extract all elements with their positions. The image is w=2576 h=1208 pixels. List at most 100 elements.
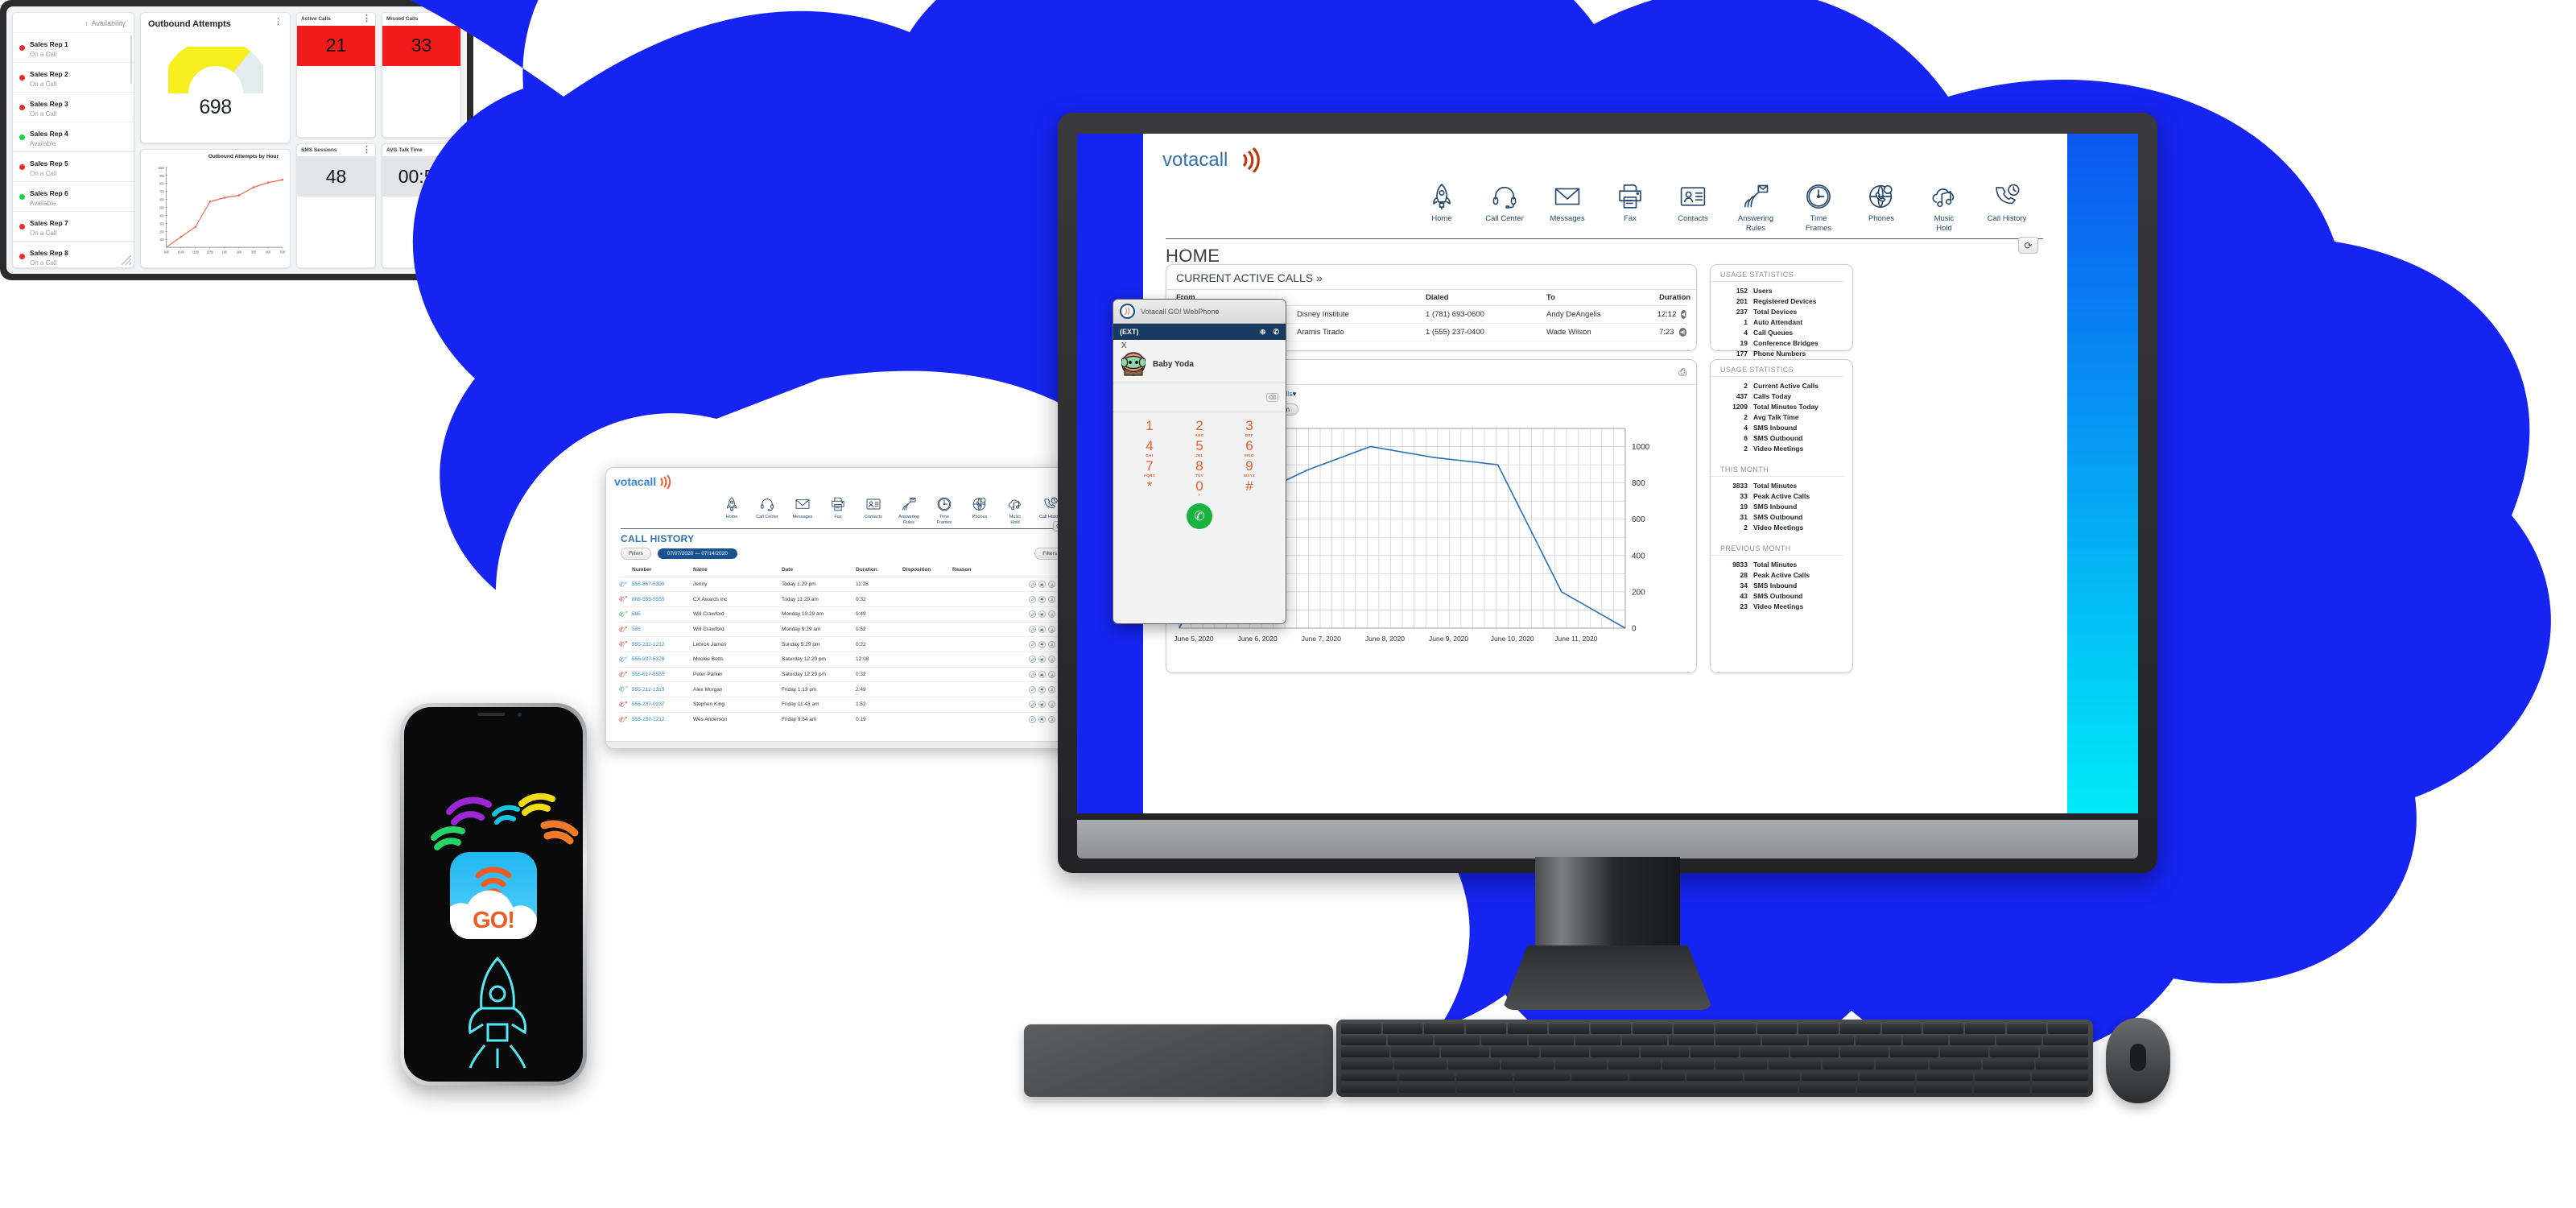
- keyboard-key[interactable]: [1554, 1059, 1608, 1069]
- keyboard-key[interactable]: [1441, 1047, 1489, 1057]
- trackpad[interactable]: [1024, 1024, 1333, 1097]
- keyboard-key[interactable]: [1591, 1047, 1639, 1057]
- edit-icon[interactable]: [1029, 685, 1036, 693]
- phone-number-link[interactable]: 585: [632, 611, 641, 617]
- nav-item-contacts[interactable]: Contacts: [1662, 180, 1724, 234]
- keyboard-key[interactable]: [1394, 1059, 1447, 1069]
- rep-list[interactable]: Sales Rep 1 On a Call Sales Rep 2 On a C…: [13, 32, 134, 267]
- edit-icon[interactable]: [1029, 581, 1036, 589]
- keyboard-key[interactable]: [1549, 1024, 1590, 1034]
- keyboard-key[interactable]: [1990, 1047, 2038, 1057]
- phone-number-link[interactable]: 555-937-5379: [632, 656, 664, 662]
- keyboard-key[interactable]: [1915, 1082, 1972, 1093]
- edit-icon[interactable]: [1029, 671, 1036, 679]
- nav-item-phones[interactable]: Phones: [962, 494, 997, 526]
- keyboard-key[interactable]: [1632, 1024, 1673, 1034]
- download-icon[interactable]: [1048, 640, 1055, 648]
- keyboard-key[interactable]: [1515, 1082, 1798, 1093]
- listen-icon[interactable]: [1038, 671, 1046, 679]
- keyboard-key[interactable]: [1840, 1024, 1880, 1034]
- keyboard-key[interactable]: [1341, 1059, 1393, 1069]
- globe-icon[interactable]: ⊕: [1260, 328, 1266, 337]
- download-icon[interactable]: [1048, 610, 1055, 618]
- keyboard-key[interactable]: [1881, 1024, 1922, 1034]
- edit-icon[interactable]: [1029, 656, 1036, 664]
- keyboard-key[interactable]: [1744, 1070, 1801, 1082]
- table-row[interactable]: ✆✕ 585 Will Crawford Monday 9:29 am 0:52: [619, 621, 1065, 637]
- keyboard-key[interactable]: [2048, 1024, 2089, 1034]
- keyboard-key[interactable]: [1799, 1082, 1856, 1093]
- dial-key-9[interactable]: 9 WXYZ: [1224, 458, 1274, 477]
- rep-list-scrollbar[interactable]: [130, 35, 132, 84]
- nav-item-music-on-hold[interactable]: Music Hold: [997, 494, 1033, 526]
- nav-item-home[interactable]: Home: [1410, 180, 1473, 234]
- dial-key-8[interactable]: 8 TUV: [1174, 458, 1224, 477]
- phone-number-link[interactable]: 888-555-5555: [632, 597, 664, 602]
- keyboard-key[interactable]: [1674, 1024, 1715, 1034]
- keyboard-key[interactable]: [1481, 1035, 1527, 1046]
- download-icon[interactable]: [1048, 656, 1055, 664]
- table-row[interactable]: ✆✕ 888-555-5555 CX Awards inc Today 11:2…: [619, 591, 1065, 607]
- keyboard-key[interactable]: [1491, 1047, 1539, 1057]
- keyboard-key[interactable]: [1840, 1047, 1889, 1057]
- keyboard-key[interactable]: [1447, 1059, 1501, 1069]
- table-row[interactable]: ✆✕ 555-232-1212 Lebron James Sunday 5:29…: [619, 636, 1065, 652]
- date-range-pill[interactable]: 07/07/2020 — 07/14/2020: [657, 548, 737, 559]
- keyboard-key[interactable]: [1399, 1082, 1456, 1093]
- edit-icon[interactable]: [1029, 595, 1036, 603]
- keyboard-key[interactable]: [1686, 1070, 1743, 1082]
- edit-icon[interactable]: [1029, 701, 1036, 709]
- keyboard-key[interactable]: [1876, 1059, 1928, 1069]
- keyboard-key[interactable]: [1541, 1047, 1589, 1057]
- backspace-icon[interactable]: ⌫: [1266, 393, 1278, 402]
- keyboard-key[interactable]: [1769, 1059, 1821, 1069]
- dial-key-3[interactable]: 3 DEF: [1224, 419, 1274, 437]
- edit-icon[interactable]: [1029, 626, 1036, 634]
- keyboard-key[interactable]: [2031, 1082, 2089, 1093]
- keyboard-key[interactable]: [1996, 1035, 2041, 1046]
- keyboard-key[interactable]: [1466, 1024, 1506, 1034]
- portal-nav[interactable]: Home Call Center Messages Fax Contacts A…: [1143, 176, 2067, 234]
- availability-sort-header[interactable]: ↑ Availability: [13, 13, 134, 32]
- print-icon[interactable]: ⎙: [1678, 366, 1686, 379]
- dial-key-star[interactable]: *: [1125, 478, 1174, 498]
- keyboard-key[interactable]: [2006, 1024, 2047, 1034]
- keyboard-key[interactable]: [1715, 1024, 1756, 1034]
- listen-icon[interactable]: [1038, 595, 1046, 603]
- keyboard-key[interactable]: [1571, 1070, 1628, 1082]
- rep-list-item[interactable]: Sales Rep 1 On a Call: [13, 32, 134, 62]
- keyboard-key[interactable]: [1802, 1070, 1858, 1082]
- table-row[interactable]: ✆✕ 555-232-1212 Wes Anderson Friday 9:54…: [619, 711, 1065, 727]
- keyboard-key[interactable]: [1591, 1024, 1631, 1034]
- keyboard-key[interactable]: [1940, 1047, 1988, 1057]
- nav-item-music-on-hold[interactable]: Music Hold: [1913, 180, 1975, 234]
- table-row[interactable]: ✆✕ 555-617-5555 Peter Parker Saturday 12…: [619, 666, 1065, 682]
- rep-list-item[interactable]: Sales Rep 8 On a Call: [13, 241, 134, 267]
- keyboard-key[interactable]: [1690, 1047, 1739, 1057]
- call-button[interactable]: ✆: [1187, 503, 1212, 530]
- table-row[interactable]: ✆↙ 555-867-5309 Jenny Today 1:29 pm 11:2…: [619, 576, 1065, 592]
- dial-input[interactable]: ⌫: [1113, 383, 1286, 412]
- keyboard-key[interactable]: [1923, 1024, 1964, 1034]
- rep-list-item[interactable]: Sales Rep 2 On a Call: [13, 62, 134, 92]
- dial-key-4[interactable]: 4 GHI: [1125, 438, 1174, 457]
- table-row[interactable]: ✆↙ 555-937-5379 Mookie Betts Saturday 12…: [619, 652, 1065, 668]
- keyboard-key[interactable]: [1608, 1059, 1661, 1069]
- keyboard-key[interactable]: [1501, 1059, 1554, 1069]
- download-icon[interactable]: [1048, 626, 1055, 634]
- keyboard-key[interactable]: [1424, 1024, 1465, 1034]
- keyboard-key[interactable]: [1341, 1035, 1387, 1046]
- keyboard-key[interactable]: [1890, 1047, 1938, 1057]
- keyboard-key[interactable]: [1809, 1035, 1855, 1046]
- keyboard-key[interactable]: [1965, 1024, 2005, 1034]
- webphone-contact[interactable]: Baby Yoda: [1113, 350, 1286, 383]
- keyboard-key[interactable]: [1757, 1024, 1798, 1034]
- table-row[interactable]: ✆↗ 555-212-1313 Alex Morgan Friday 1:13 …: [619, 681, 1065, 697]
- keyboard-key[interactable]: [1435, 1035, 1480, 1046]
- keyboard-key[interactable]: [1740, 1047, 1789, 1057]
- listen-icon[interactable]: [1038, 626, 1046, 634]
- phone-number-link[interactable]: 555-867-5309: [632, 581, 664, 587]
- keyboard-key[interactable]: [1917, 1070, 1973, 1082]
- keyboard-key[interactable]: [1528, 1035, 1574, 1046]
- rep-list-item[interactable]: Sales Rep 3 On a Call: [13, 92, 134, 122]
